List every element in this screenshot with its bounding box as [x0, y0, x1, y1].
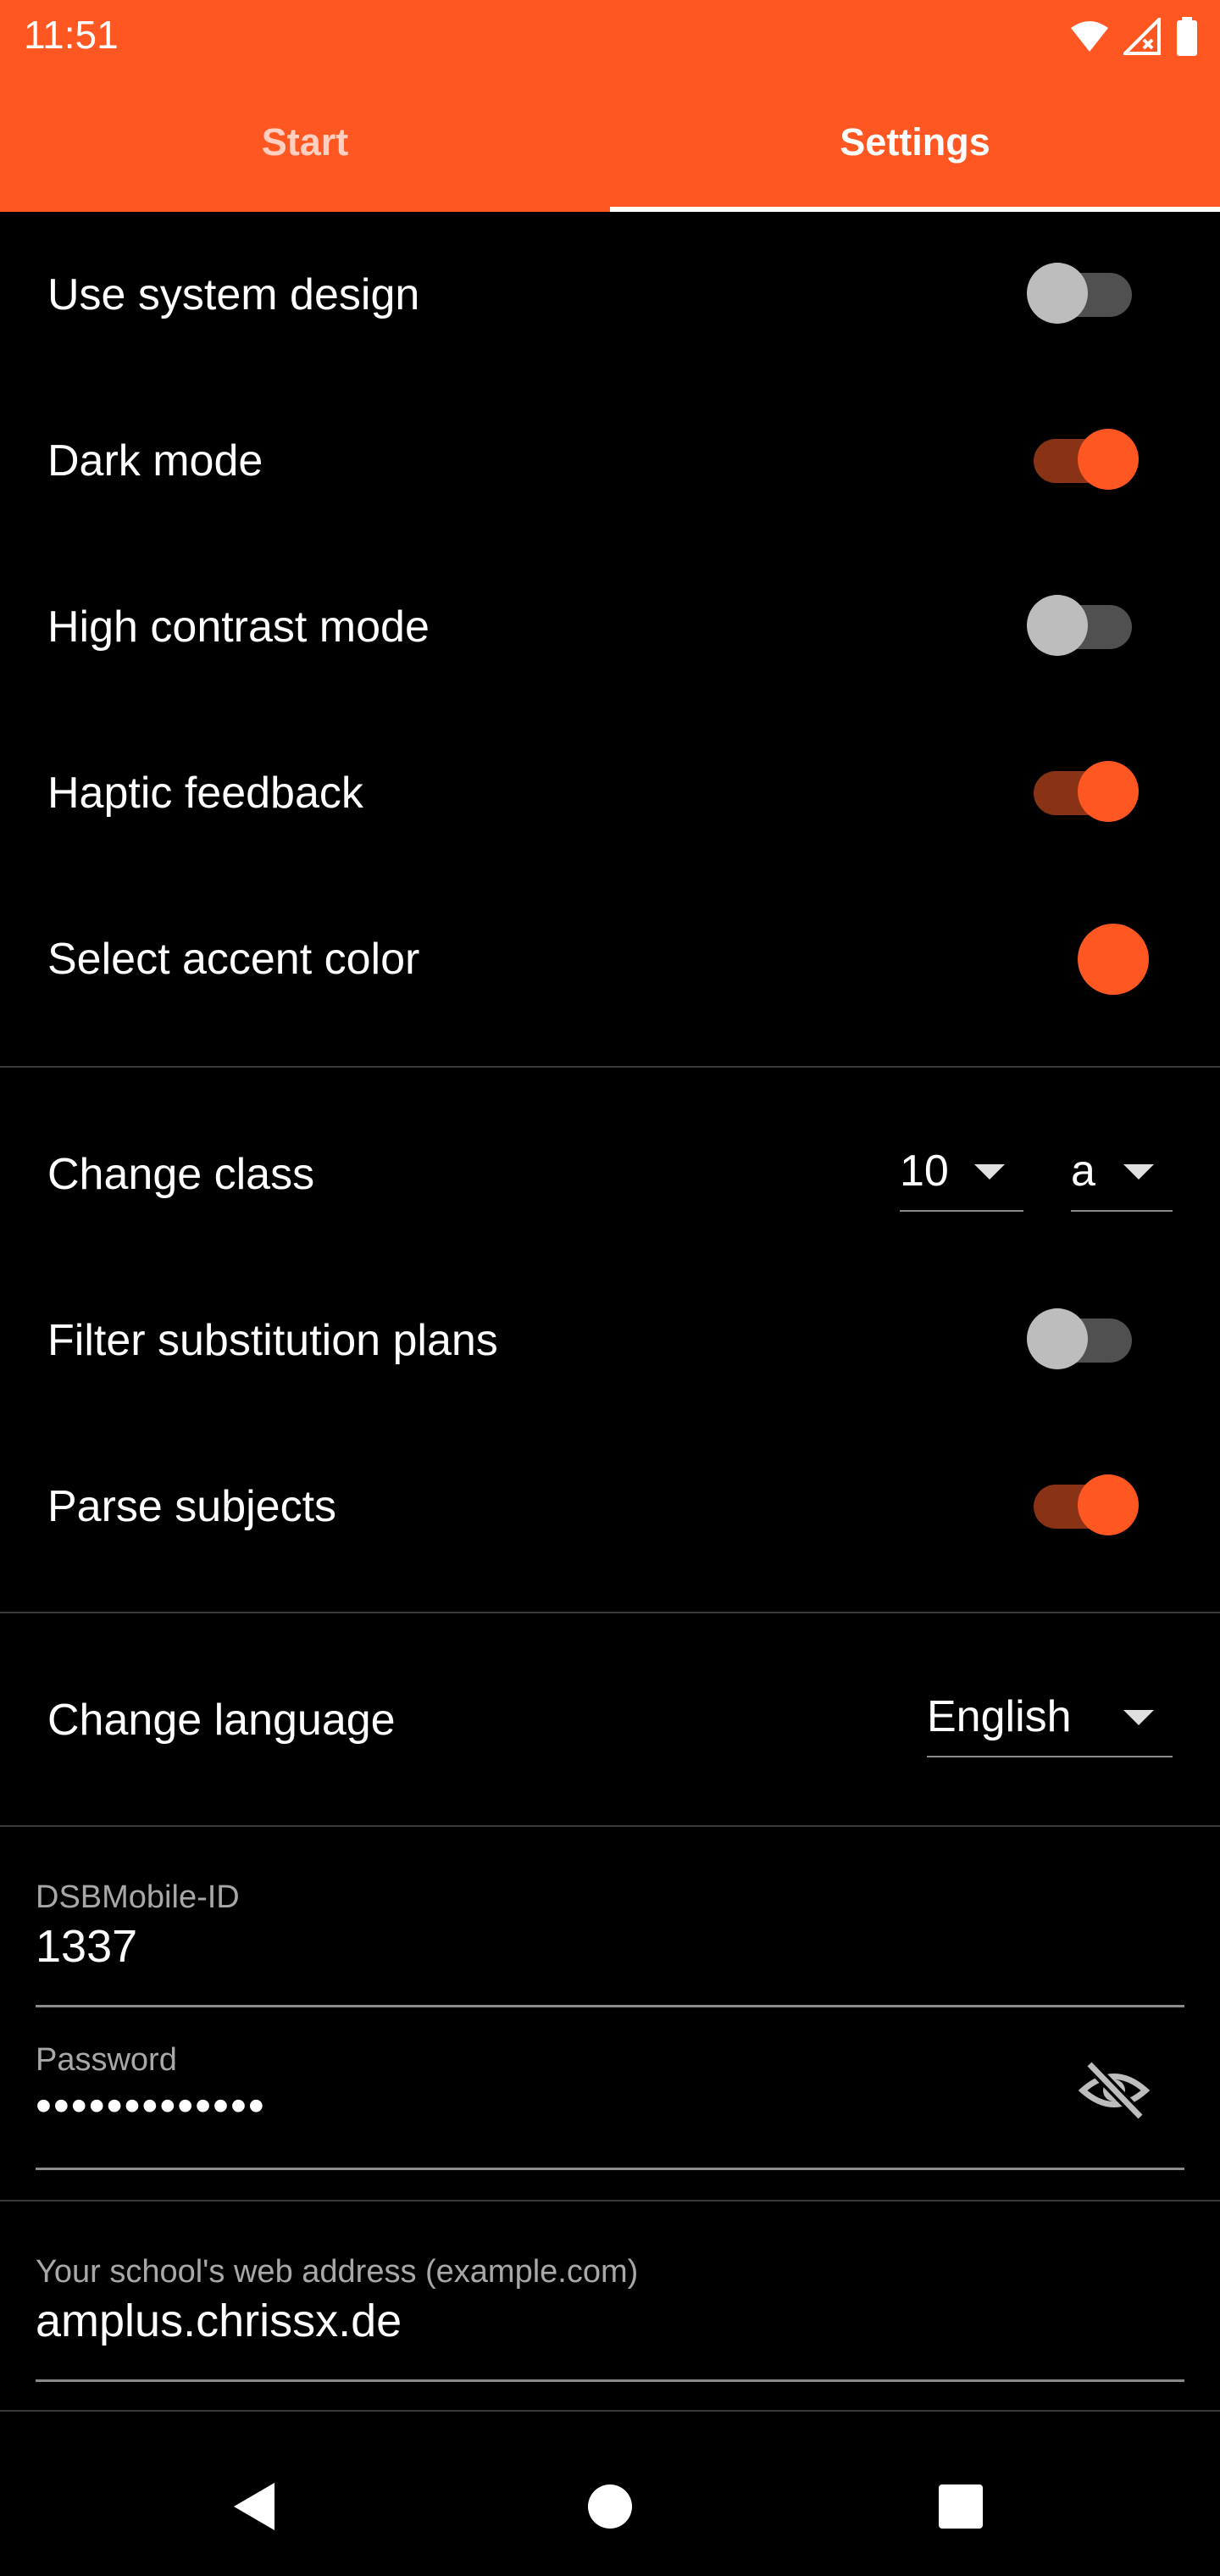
chevron-down-icon [974, 1164, 1005, 1180]
divider [0, 1066, 1220, 1068]
setting-filter-plans[interactable]: Filter substitution plans [0, 1257, 1220, 1424]
setting-label: Haptic feedback [47, 769, 363, 818]
use-system-design-switch[interactable] [1027, 263, 1137, 327]
setting-label: Dark mode [47, 436, 263, 486]
dsbmobile-id-label: DSBMobile-ID [36, 1879, 240, 1915]
high-contrast-switch[interactable] [1027, 595, 1137, 659]
language-dropdown[interactable]: English [927, 1683, 1173, 1757]
wifi-icon [1069, 19, 1110, 53]
language-value: English [927, 1692, 1072, 1741]
setting-dark-mode[interactable]: Dark mode [0, 378, 1220, 544]
field-underline [36, 2379, 1184, 2382]
signal-off-icon [1123, 18, 1162, 55]
chevron-down-icon [1123, 1164, 1154, 1180]
parse-subjects-switch[interactable] [1027, 1474, 1139, 1539]
dsbmobile-id-field[interactable]: DSBMobile-ID 1337 [36, 1879, 1184, 2008]
tab-bar: Start Settings [0, 73, 1220, 212]
class-grade-dropdown[interactable]: 10 [900, 1137, 1023, 1212]
setting-use-system-design[interactable]: Use system design [0, 212, 1220, 378]
setting-label: Use system design [47, 270, 420, 319]
password-label: Password [36, 2042, 177, 2078]
screen: 11:51 Start Settings Use system design D… [0, 0, 1220, 2576]
dsbmobile-id-value: 1337 [36, 1921, 138, 1972]
setting-parse-subjects[interactable]: Parse subjects [0, 1424, 1220, 1590]
filter-plans-switch[interactable] [1027, 1308, 1137, 1373]
system-nav-bar [0, 2430, 1220, 2576]
home-icon[interactable] [568, 2464, 652, 2549]
back-icon[interactable] [212, 2464, 297, 2549]
setting-label: Filter substitution plans [47, 1316, 498, 1365]
chevron-down-icon [1123, 1710, 1154, 1725]
status-icons [1069, 15, 1198, 58]
status-bar: 11:51 [0, 0, 1220, 73]
divider [0, 2410, 1220, 2412]
class-grade-value: 10 [900, 1146, 949, 1196]
tab-settings[interactable]: Settings [610, 73, 1220, 212]
setting-high-contrast[interactable]: High contrast mode [0, 544, 1220, 710]
tab-start[interactable]: Start [0, 73, 610, 212]
setting-change-class: Change class [0, 1091, 1220, 1257]
dark-mode-switch[interactable] [1027, 429, 1139, 493]
haptic-feedback-switch[interactable] [1027, 761, 1139, 825]
school-address-field[interactable]: Your school's web address (example.com) … [36, 2254, 1184, 2383]
setting-label: Parse subjects [47, 1482, 337, 1531]
field-underline [36, 2005, 1184, 2007]
visibility-off-icon[interactable] [1076, 2052, 1152, 2129]
battery-icon [1176, 17, 1198, 56]
divider [0, 1612, 1220, 1613]
password-field[interactable]: Password ••••••••••••• [36, 2042, 1184, 2171]
school-address-label: Your school's web address (example.com) [36, 2254, 639, 2290]
setting-label: High contrast mode [47, 602, 430, 652]
recents-icon[interactable] [918, 2464, 1003, 2549]
setting-label: Change language [47, 1696, 396, 1745]
school-address-value: amplus.chrissx.de [36, 2296, 402, 2346]
class-letter-value: a [1071, 1146, 1095, 1196]
divider [0, 2200, 1220, 2201]
setting-label: Change class [47, 1150, 315, 1199]
setting-accent-color[interactable]: Select accent color [0, 876, 1220, 1042]
setting-haptic-feedback[interactable]: Haptic feedback [0, 710, 1220, 876]
status-time: 11:51 [24, 13, 119, 57]
field-underline [36, 2168, 1184, 2170]
setting-label: Select accent color [47, 935, 420, 984]
password-value: ••••••••••••• [36, 2080, 266, 2131]
divider [0, 1825, 1220, 1827]
accent-color-swatch[interactable] [1078, 924, 1149, 995]
class-letter-dropdown[interactable]: a [1071, 1137, 1173, 1212]
